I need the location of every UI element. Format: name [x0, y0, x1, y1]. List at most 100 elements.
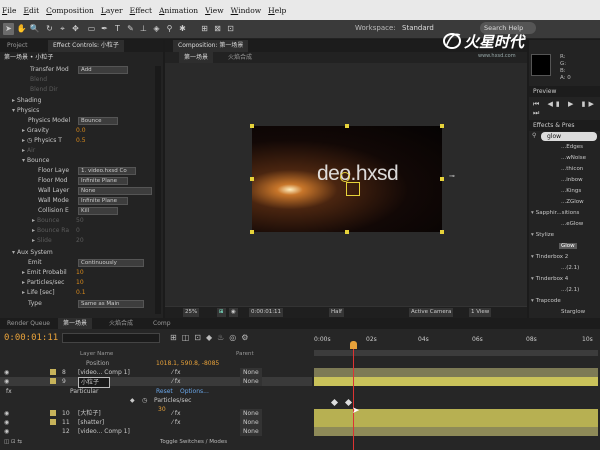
work-area-bar[interactable]	[314, 350, 598, 356]
layer-bar-selected[interactable]	[314, 377, 598, 386]
life-value[interactable]: 0.1	[76, 288, 86, 298]
air-group[interactable]: ▸ Air	[22, 146, 35, 156]
playhead-line[interactable]	[353, 349, 354, 450]
grid-icon[interactable]: ⊞	[217, 308, 226, 317]
eye-icon[interactable]: ◉	[4, 427, 9, 436]
particular-effect[interactable]: Particular	[70, 387, 98, 396]
physics-time-value[interactable]: 0.5	[76, 136, 86, 146]
bounce-group[interactable]: ▾ Bounce	[22, 156, 49, 166]
effect-item[interactable]: Starglow	[561, 309, 585, 315]
layer-bounds-box[interactable]	[346, 182, 360, 196]
menu-composition[interactable]: Composition	[46, 6, 94, 15]
selection-tool-icon[interactable]: ➤	[3, 23, 14, 35]
shading-group[interactable]: ▸ Shading	[12, 96, 41, 106]
physics-model-dropdown[interactable]: Bounce	[78, 117, 118, 125]
menu-edit[interactable]: Edit	[23, 6, 39, 15]
handle-top-right[interactable]	[440, 124, 444, 128]
particles-sec-value[interactable]: 10	[76, 278, 84, 288]
fx-switch-icon[interactable]: ⁄ fx	[172, 377, 181, 386]
menu-file[interactable]: File	[2, 6, 16, 15]
light-icon[interactable]: ⊸	[449, 172, 455, 180]
effects-presets-header[interactable]: Effects & Pres	[529, 120, 600, 131]
zoom-tool-icon[interactable]: 🔍	[29, 23, 40, 35]
effect-item[interactable]: ...ZGlow	[561, 199, 584, 205]
subtab-scene-one[interactable]: 第一场景	[179, 52, 214, 63]
wall-layer-dropdown[interactable]: None	[78, 187, 152, 195]
rectangle-tool-icon[interactable]: ▭	[86, 23, 97, 35]
preview-header[interactable]: Preview	[529, 86, 600, 97]
camera-tool-icon[interactable]: ⌖	[57, 23, 68, 35]
menu-view[interactable]: View	[205, 6, 224, 15]
layer-name[interactable]: [shatter]	[78, 418, 104, 427]
floor-layer-dropdown[interactable]: 1. video.hxsd Co	[78, 167, 136, 175]
timeline-current-time[interactable]: 0:00:01:11	[4, 333, 58, 343]
effect-item[interactable]: ...thicon	[561, 166, 583, 172]
table-row-selected[interactable]: ◉ 9 小粒子 ⁄ fx None	[0, 377, 312, 388]
view-axis-icon[interactable]: ⊡	[225, 23, 236, 35]
tab-render-queue[interactable]: Render Queue	[2, 318, 55, 329]
reset-link[interactable]: Reset	[156, 387, 173, 396]
position-value[interactable]: 1018.1, 590.8, -8085	[156, 359, 219, 368]
gravity-value[interactable]: 0.0	[76, 126, 86, 136]
effect-item[interactable]: ...Edges	[561, 144, 583, 150]
keyframe[interactable]	[330, 398, 339, 407]
label-color-swatch[interactable]	[50, 369, 56, 375]
effect-item[interactable]: ...Kings	[561, 188, 581, 194]
effect-category[interactable]: ▾ Stylize	[531, 232, 554, 238]
layer-bar[interactable]	[314, 368, 598, 377]
effect-item-selected[interactable]: Glow	[559, 243, 577, 249]
emit-prob-value[interactable]: 10	[76, 268, 84, 278]
type-tool-icon[interactable]: T	[112, 23, 123, 35]
effect-row[interactable]: fx Particular Reset Options...	[0, 387, 312, 396]
effects-search-input[interactable]: glow	[541, 132, 597, 141]
tab-fire-comp[interactable]: 火焰合成	[104, 318, 138, 329]
rotate-tool-icon[interactable]: ↻	[44, 23, 55, 35]
collision-dropdown[interactable]: Kill	[78, 207, 118, 215]
composition-viewer[interactable]: deo.hxsd	[250, 124, 444, 234]
layer-bar[interactable]	[314, 427, 598, 436]
label-color-swatch[interactable]	[50, 410, 56, 416]
effect-category[interactable]: ▾ Tinderbox 4	[531, 276, 568, 282]
aux-system-group[interactable]: ▾ Aux System	[12, 248, 53, 258]
table-row[interactable]: ◉ 12 [video... Comp 1] None	[0, 427, 312, 436]
eye-icon[interactable]: ◉	[4, 368, 9, 377]
effect-controls-scrollbar[interactable]	[155, 66, 161, 314]
layer-bar[interactable]	[314, 418, 598, 427]
brush-tool-icon[interactable]: ✎	[125, 23, 136, 35]
property-row[interactable]: ◆ ◷ Particles/sec 30	[0, 396, 312, 413]
label-color-swatch[interactable]	[50, 378, 56, 384]
effect-item[interactable]: ...inbow	[561, 177, 583, 183]
toggle-switches-modes[interactable]: Toggle Switches / Modes	[160, 437, 227, 447]
effect-category[interactable]: ▾ Trapcode	[531, 298, 561, 304]
fx-switch-icon[interactable]: ⁄ fx	[172, 409, 181, 418]
menu-effect[interactable]: Effect	[130, 6, 152, 15]
options-link[interactable]: Options...	[180, 387, 209, 396]
handle-mid-left[interactable]	[250, 177, 254, 181]
workspace-select[interactable]: Standard	[402, 24, 434, 32]
wall-mode-dropdown[interactable]: Infinite Plane	[78, 197, 128, 205]
handle-bottom-right[interactable]	[440, 230, 444, 234]
handle-bottom-mid[interactable]	[345, 230, 349, 234]
subtab-fire-comp[interactable]: 火焰合成	[223, 52, 257, 63]
eye-icon[interactable]: ◉	[4, 377, 9, 386]
parent-dropdown[interactable]: None	[240, 409, 262, 418]
table-row[interactable]: ◉ 8 [video... Comp 1] ⁄ fx None	[0, 368, 312, 377]
floor-mode-dropdown[interactable]: Infinite Plane	[78, 177, 128, 185]
playhead-handle[interactable]	[350, 341, 357, 349]
table-row[interactable]: ◉ 10 [大粒子] ⁄ fx None	[0, 409, 312, 418]
tab-effect-controls[interactable]: Effect Controls: 小粒子	[48, 40, 124, 52]
tab-project[interactable]: Project	[2, 40, 33, 52]
world-axis-icon[interactable]: ⊠	[212, 23, 223, 35]
handle-top-mid[interactable]	[345, 124, 349, 128]
timeline-search-input[interactable]	[62, 333, 160, 343]
parent-dropdown[interactable]: None	[240, 418, 262, 427]
stopwatch-icon[interactable]: ◷	[142, 396, 147, 405]
layer-anchor-icon[interactable]	[340, 172, 350, 182]
eye-icon[interactable]: ◉	[4, 418, 9, 427]
physics-group[interactable]: ▾ Physics	[12, 106, 39, 116]
camera-snapshot-icon[interactable]: ◉	[229, 308, 238, 317]
menu-help[interactable]: Help	[268, 6, 286, 15]
effect-category[interactable]: ▾ Tinderbox 2	[531, 254, 568, 260]
type-dropdown[interactable]: Same as Main	[78, 300, 144, 308]
handle-bottom-left[interactable]	[250, 230, 254, 234]
